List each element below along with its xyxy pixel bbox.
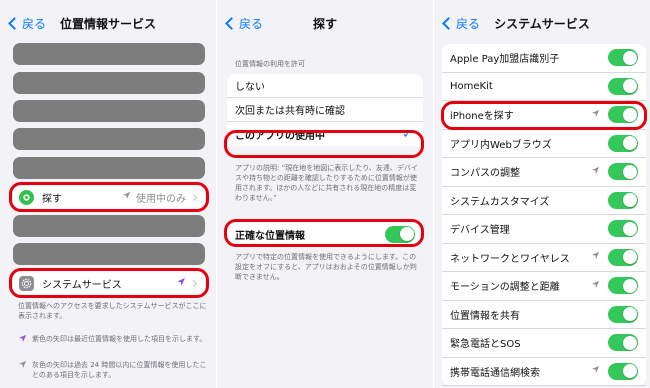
- nav-bar: 戻る 位置情報サービス: [0, 0, 216, 44]
- service-toggle[interactable]: [608, 362, 638, 380]
- service-toggle[interactable]: [608, 106, 638, 124]
- service-toggle[interactable]: [608, 49, 638, 67]
- toggle-knob: [622, 278, 637, 293]
- toggle-knob: [622, 221, 637, 236]
- checkmark-icon: ✓: [402, 126, 413, 142]
- list-item: モーションの調整と距離: [442, 272, 646, 301]
- list-item-label: ネットワークとワイヤレス: [450, 253, 570, 265]
- redacted-app-row[interactable]: [13, 243, 205, 265]
- location-services-panel: 戻る 位置情報サービス 探す 使用中のみ システムサービス 位置情報へのアクセス…: [0, 0, 216, 388]
- redacted-app-row[interactable]: [13, 43, 205, 65]
- app-explanation: アプリの説明: “現在地を地図に表示したり、友達、デバイスや持ち物との距離を確認…: [235, 164, 418, 202]
- toggle-knob: [622, 307, 637, 322]
- purple-location-arrow-icon: [176, 277, 186, 290]
- toggle-knob: [622, 107, 637, 122]
- legend-gray: 灰色の矢印は過去 24 時間以内に位置情報を使用したことのある項目を示します。: [18, 360, 208, 380]
- option-ask-next-time[interactable]: 次回または共有時に確認: [227, 98, 423, 122]
- list-item: デバイス管理: [442, 215, 646, 244]
- service-toggle[interactable]: [608, 134, 638, 152]
- redacted-app-row[interactable]: [13, 215, 205, 237]
- gray-location-arrow-icon: [18, 360, 32, 380]
- redacted-app-row[interactable]: [13, 128, 205, 150]
- toggle-knob: [622, 364, 637, 379]
- nav-bar: 戻る 探す: [217, 0, 433, 44]
- page-title: システムサービス: [494, 17, 590, 31]
- list-item: Apple Pay加盟店識別子: [442, 44, 646, 73]
- toggle-knob: [622, 250, 637, 265]
- list-item: ネットワークとワイヤレス: [442, 244, 646, 272]
- option-while-using[interactable]: このアプリの使用中 ✓: [227, 122, 423, 146]
- list-item-label: デバイス管理: [450, 225, 510, 237]
- precise-location-group: 正確な位置情報: [227, 222, 423, 246]
- chevron-right-icon: [189, 193, 198, 201]
- service-toggle[interactable]: [608, 191, 638, 209]
- system-services-list: Apple Pay加盟店識別子 HomeKit iPhoneを探すアプリ内Webブラ…: [442, 44, 646, 386]
- list-item: コンパスの調整: [442, 158, 646, 187]
- service-toggle[interactable]: [608, 334, 638, 352]
- location-arrow-icon: [591, 280, 600, 292]
- list-item: 携帯電話通信網検索: [442, 358, 646, 386]
- list-item-label: モーションの調整と距離: [450, 282, 560, 294]
- toggle-knob: [622, 79, 637, 94]
- precise-location-toggle[interactable]: [385, 225, 415, 243]
- list-item-label: アプリ内Webブラウズ: [450, 139, 552, 151]
- list-item-label: 緊急電話とSOS: [450, 339, 521, 351]
- nav-bar: 戻る システムサービス: [434, 0, 650, 44]
- location-arrow-icon: [591, 109, 600, 121]
- gear-icon: [19, 275, 34, 291]
- service-toggle[interactable]: [608, 220, 638, 238]
- list-item-label: iPhoneを探す: [450, 111, 514, 123]
- option-never[interactable]: しない: [227, 74, 423, 98]
- list-item-label: 携帯電話通信網検索: [450, 367, 540, 379]
- chevron-right-icon: [189, 279, 198, 287]
- list-item: システムカスタマイズ: [442, 187, 646, 215]
- page-title: 探す: [312, 17, 337, 31]
- permission-options: しない 次回または共有時に確認 このアプリの使用中 ✓: [227, 74, 423, 146]
- redacted-app-row[interactable]: [13, 72, 205, 94]
- footer-note: 位置情報へのアクセスを要求したシステムサービスがここに表示されます。: [18, 302, 207, 320]
- find-my-row[interactable]: 探す 使用中のみ: [13, 186, 205, 208]
- location-arrow-icon: [591, 365, 600, 377]
- precise-description: アプリで特定の位置情報を使用できるようにします。この設定をオフにすると、アプリは…: [235, 253, 417, 281]
- toggle-knob: [622, 136, 637, 151]
- location-arrow-icon: [591, 251, 600, 263]
- service-toggle[interactable]: [608, 77, 638, 95]
- location-arrow-icon: [122, 191, 131, 203]
- service-toggle[interactable]: [608, 305, 638, 323]
- find-my-icon: [19, 189, 34, 205]
- toggle-knob: [622, 193, 637, 208]
- list-item: アプリ内Webブラウズ: [442, 130, 646, 158]
- list-item-label: コンパスの調整: [450, 168, 520, 180]
- toggle-knob: [622, 50, 637, 65]
- legend-purple: 紫色の矢印は最近位置情報を使用した項目を示します。: [18, 334, 208, 346]
- list-item: iPhoneを探す: [442, 101, 646, 130]
- precise-location-row: 正確な位置情報: [227, 222, 423, 246]
- redacted-app-row[interactable]: [13, 157, 205, 179]
- location-arrow-icon: [591, 166, 600, 178]
- list-item: 緊急電話とSOS: [442, 329, 646, 358]
- list-item: 位置情報を共有: [442, 301, 646, 329]
- list-item-label: HomeKit: [450, 80, 493, 92]
- redacted-app-row[interactable]: [13, 100, 205, 122]
- list-item-label: Apple Pay加盟店識別子: [450, 54, 560, 66]
- service-toggle[interactable]: [608, 163, 638, 181]
- purple-location-arrow-icon: [18, 334, 32, 346]
- list-item-label: システムカスタマイズ: [450, 196, 550, 208]
- system-services-row[interactable]: システムサービス: [13, 272, 205, 294]
- toggle-knob: [622, 164, 637, 179]
- service-toggle[interactable]: [608, 248, 638, 266]
- toggle-knob: [399, 227, 414, 241]
- section-header: 位置情報の利用を許可: [235, 60, 305, 68]
- page-title: 位置情報サービス: [59, 17, 156, 31]
- find-my-panel: 戻る 探す 位置情報の利用を許可 しない 次回または共有時に確認 このアプリの使…: [217, 0, 433, 388]
- list-item-label: 位置情報を共有: [450, 310, 520, 322]
- service-toggle[interactable]: [608, 277, 638, 295]
- list-item: HomeKit: [442, 73, 646, 101]
- system-services-panel: 戻る システムサービス Apple Pay加盟店識別子 HomeKit iPhone…: [434, 0, 650, 388]
- toggle-knob: [622, 335, 637, 350]
